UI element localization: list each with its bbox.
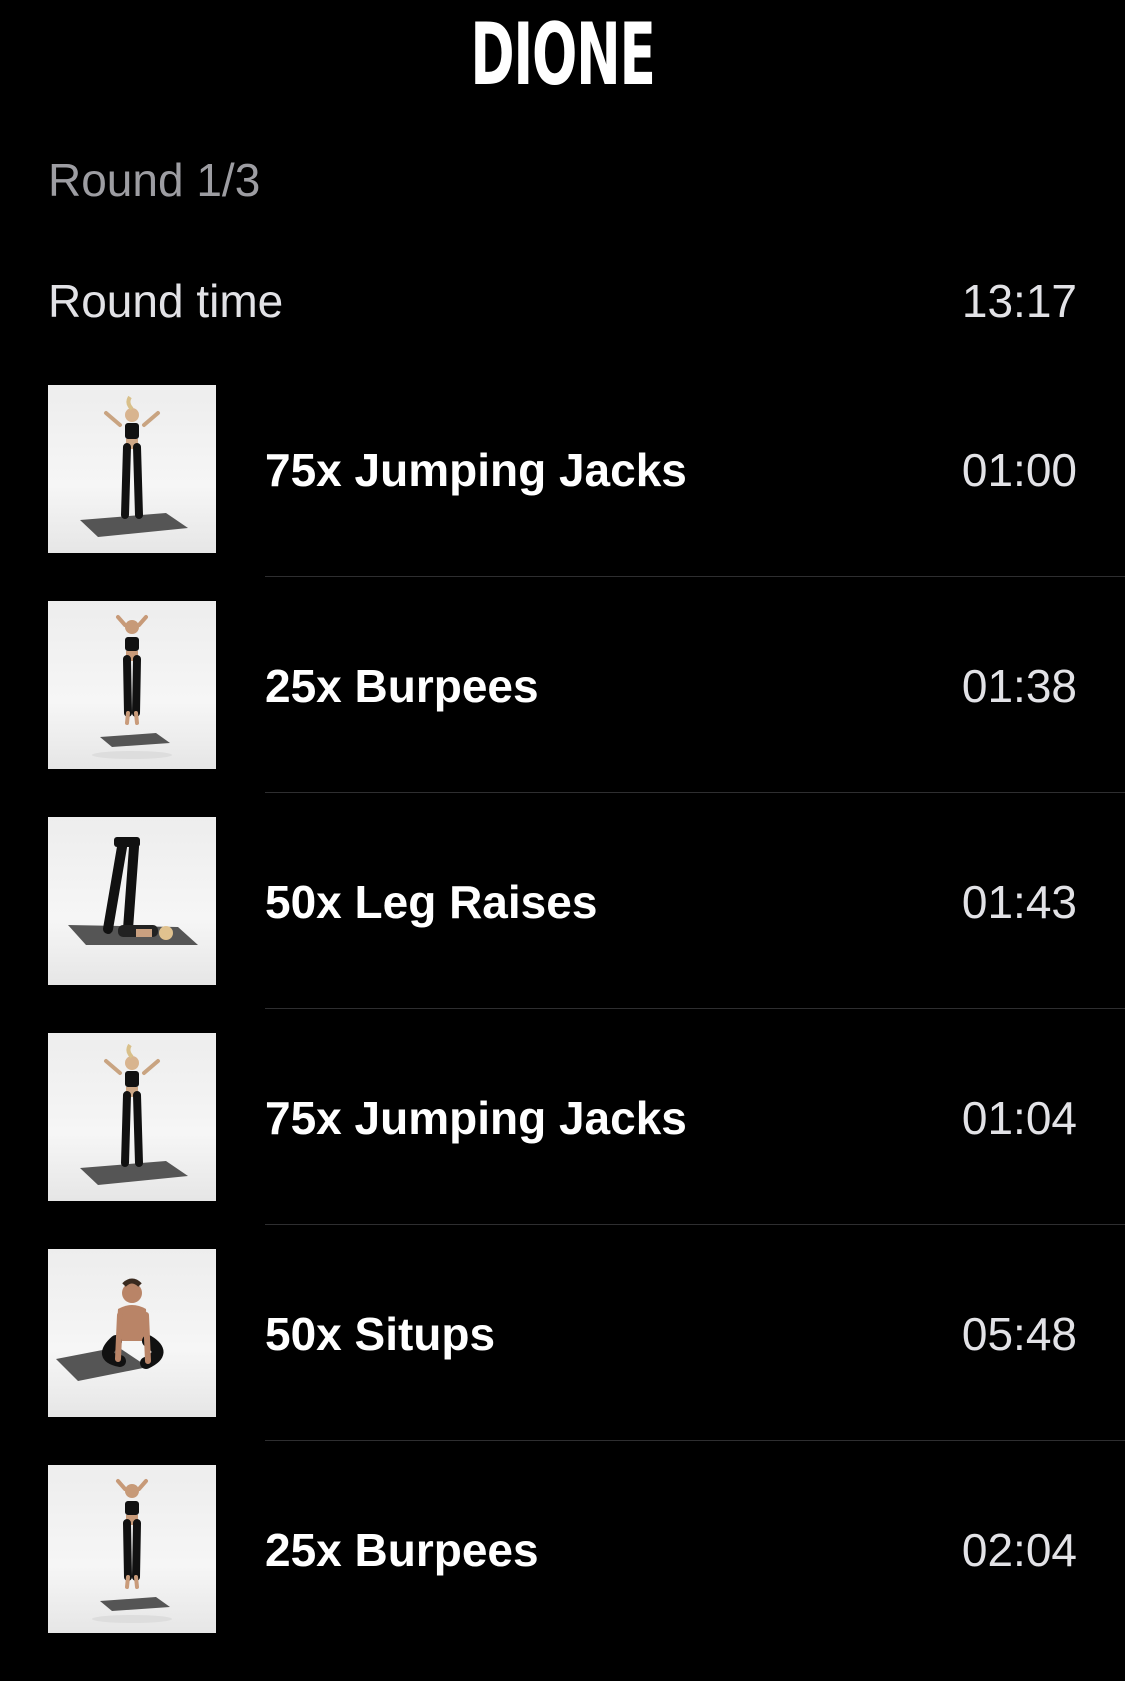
situp-thumbnail: [48, 1249, 216, 1417]
burpee-thumbnail: [48, 601, 216, 769]
exercise-name: 50x Leg Raises: [265, 876, 598, 928]
exercise-row[interactable]: 50x Leg Raises 01:43: [0, 817, 1125, 1033]
exercise-time: 02:04: [961, 1524, 1077, 1576]
exercise-row[interactable]: 25x Burpees 01:38: [0, 601, 1125, 817]
round-time-value: 13:17: [961, 275, 1077, 327]
exercise-time: 01:43: [961, 876, 1077, 928]
exercise-list: 75x Jumping Jacks 01:00 25x Burpees 01:3…: [0, 385, 1125, 1681]
workout-title: DIONE: [470, 5, 656, 105]
exercise-time: 01:38: [961, 660, 1077, 712]
round-time-row: Round time 13:17: [48, 272, 1077, 330]
leg-raise-thumbnail: [48, 817, 216, 985]
round-indicator: Round 1/3: [48, 154, 261, 206]
row-divider: [265, 792, 1125, 793]
jumping-jacks-thumbnail: [48, 1033, 216, 1201]
exercise-row[interactable]: 75x Jumping Jacks 01:04: [0, 1033, 1125, 1249]
exercise-name: 25x Burpees: [265, 1524, 539, 1576]
jumping-jacks-thumbnail: [48, 385, 216, 553]
row-divider: [265, 576, 1125, 577]
exercise-name: 75x Jumping Jacks: [265, 1092, 687, 1144]
exercise-name: 50x Situps: [265, 1308, 496, 1360]
exercise-row[interactable]: 50x Situps 05:48: [0, 1249, 1125, 1465]
row-divider: [265, 1224, 1125, 1225]
exercise-time: 01:04: [961, 1092, 1077, 1144]
row-divider: [265, 1008, 1125, 1009]
exercise-name: 75x Jumping Jacks: [265, 444, 687, 496]
exercise-row[interactable]: 25x Burpees 02:04: [0, 1465, 1125, 1681]
exercise-time: 05:48: [961, 1308, 1077, 1360]
exercise-row[interactable]: 75x Jumping Jacks 01:00: [0, 385, 1125, 601]
row-divider: [265, 1440, 1125, 1441]
exercise-time: 01:00: [961, 444, 1077, 496]
round-time-label: Round time: [48, 275, 284, 327]
burpee-thumbnail: [48, 1465, 216, 1633]
exercise-name: 25x Burpees: [265, 660, 539, 712]
